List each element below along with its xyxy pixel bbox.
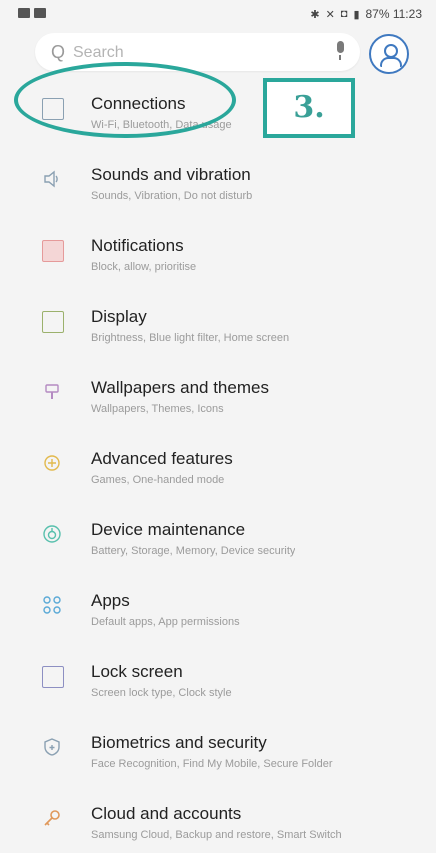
search-icon: Q <box>51 42 66 62</box>
maintenance-icon <box>43 525 61 543</box>
settings-item-subtitle: Brightness, Blue light filter, Home scre… <box>91 332 290 344</box>
settings-item-subtitle: Wallpapers, Themes, Icons <box>91 403 224 415</box>
account-icon <box>384 44 398 58</box>
settings-item-title: Apps <box>91 591 130 610</box>
settings-item-device-maintenance[interactable]: Device maintenance Battery, Storage, Mem… <box>0 498 436 569</box>
settings-item-title: Advanced features <box>91 449 233 468</box>
settings-list: Connections Wi-Fi, Bluetooth, Data usage… <box>0 72 436 853</box>
settings-item-subtitle: Games, One-handed mode <box>91 474 225 486</box>
settings-item-biometrics[interactable]: Biometrics and security Face Recognition… <box>0 711 436 782</box>
gear-plus-icon <box>44 455 60 471</box>
settings-item-lock-screen[interactable]: Lock screen Screen lock type, Clock styl… <box>0 640 436 711</box>
settings-item-wallpapers[interactable]: Wallpapers and themes Wallpapers, Themes… <box>0 356 436 427</box>
status-bar: ✱ ✕ ◘ ▮ 87% 11:23 <box>0 0 436 30</box>
signal-icon: ▮ <box>353 8 360 21</box>
microphone-icon[interactable] <box>334 41 346 61</box>
settings-item-sounds[interactable]: Sounds and vibration Sounds, Vibration, … <box>0 143 436 214</box>
settings-item-notifications[interactable]: Notifications Block, allow, prioritise <box>0 214 436 285</box>
lock-screen-icon <box>42 666 64 688</box>
settings-item-title: Wallpapers and themes <box>91 378 269 397</box>
settings-item-title: Device maintenance <box>91 520 246 539</box>
annotation-circle <box>14 62 236 138</box>
settings-item-subtitle: Screen lock type, Clock style <box>91 687 232 699</box>
apps-grid-icon <box>43 596 61 614</box>
key-icon <box>44 810 60 826</box>
settings-item-advanced[interactable]: Advanced features Games, One-handed mode <box>0 427 436 498</box>
settings-item-apps[interactable]: Apps Default apps, App permissions <box>0 569 436 640</box>
battery-and-time: 87% 11:23 <box>365 7 423 21</box>
paintbrush-icon <box>45 384 59 399</box>
message-notification-icon <box>34 8 46 18</box>
settings-item-subtitle: Sounds, Vibration, Do not disturb <box>91 190 253 202</box>
settings-item-subtitle: Face Recognition, Find My Mobile, Secure… <box>91 758 333 770</box>
settings-item-subtitle: Battery, Storage, Memory, Device securit… <box>91 545 296 557</box>
settings-item-title: Lock screen <box>91 662 183 681</box>
display-icon <box>42 311 64 333</box>
settings-item-subtitle: Block, allow, prioritise <box>91 261 197 273</box>
settings-item-subtitle: Samsung Cloud, Backup and restore, Smart… <box>91 829 342 841</box>
speaker-icon <box>44 170 58 188</box>
alarm-icon: ◘ <box>340 8 348 20</box>
settings-item-title: Biometrics and security <box>91 733 267 752</box>
settings-item-cloud-accounts[interactable]: Cloud and accounts Samsung Cloud, Backup… <box>0 782 436 853</box>
settings-item-title: Notifications <box>91 236 184 255</box>
settings-item-title: Sounds and vibration <box>91 165 251 184</box>
settings-item-subtitle: Default apps, App permissions <box>91 616 240 628</box>
account-button[interactable] <box>369 34 409 74</box>
notifications-icon <box>42 240 64 262</box>
shield-icon <box>44 738 60 756</box>
bluetooth-icon: ✱ <box>310 8 320 21</box>
settings-item-display[interactable]: Display Brightness, Blue light filter, H… <box>0 285 436 356</box>
step-label-box: 3. <box>263 78 355 138</box>
settings-item-title: Display <box>91 307 147 326</box>
mute-icon: ✕ <box>325 8 335 21</box>
status-left-icons <box>18 8 46 18</box>
settings-item-title: Cloud and accounts <box>91 804 242 823</box>
status-right: ✱ ✕ ◘ ▮ 87% 11:23 <box>310 7 422 21</box>
gallery-notification-icon <box>18 8 30 18</box>
